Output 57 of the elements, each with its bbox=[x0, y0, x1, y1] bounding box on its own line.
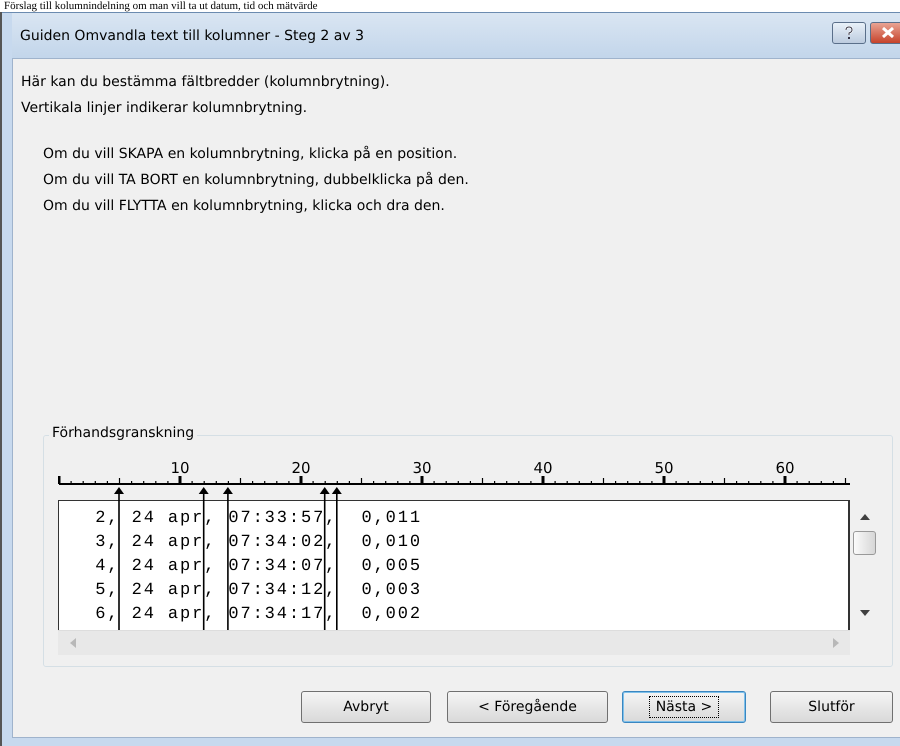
field-text: 0,002 bbox=[360, 605, 422, 626]
column-break-marker[interactable] bbox=[332, 487, 342, 630]
field-text: , bbox=[204, 581, 218, 602]
instruction-text: Om du vill TA BORT en kolumnbrytning, dubbelklicka på den. bbox=[43, 170, 470, 190]
ruler-label: 50 bbox=[654, 459, 674, 477]
field-text: , bbox=[325, 605, 338, 626]
field-text: 24 apr bbox=[130, 605, 204, 626]
back-button[interactable]: < Föregående bbox=[447, 691, 608, 723]
finish-button[interactable]: Slutför bbox=[770, 691, 893, 723]
field-text: 24 apr bbox=[130, 509, 204, 530]
close-button[interactable] bbox=[870, 22, 900, 44]
scroll-up-icon[interactable] bbox=[860, 514, 870, 520]
field-text: 07:34:12 bbox=[228, 581, 326, 602]
field-text: , bbox=[204, 533, 218, 554]
help-button[interactable] bbox=[832, 22, 866, 44]
field-text: 0,003 bbox=[360, 581, 422, 602]
close-icon bbox=[881, 27, 895, 38]
ruler-label: 20 bbox=[291, 459, 311, 477]
field-text: 07:34:17 bbox=[228, 605, 326, 626]
field-text: 0,011 bbox=[360, 509, 422, 530]
instruction-text: Om du vill FLYTTA en kolumnbrytning, klicka och dra den. bbox=[43, 197, 446, 216]
help-icon bbox=[844, 26, 854, 40]
intro-text: Här kan du bestämma fältbredder (kolumnbrytning). bbox=[21, 73, 391, 92]
ruler-label: 60 bbox=[775, 459, 795, 477]
field-text: 2, bbox=[94, 509, 120, 530]
field-text: 24 apr bbox=[130, 557, 204, 578]
field-text: , bbox=[204, 509, 218, 530]
ruler-label: 30 bbox=[412, 459, 432, 477]
intro-text: Vertikala linjer indikerar kolumnbrytning. bbox=[21, 99, 308, 118]
document-caption: Förslag till kolumnindelning om man vill ta ut datum, tid och mätvärde bbox=[3, 0, 318, 12]
scroll-down-icon[interactable] bbox=[860, 610, 870, 616]
ruler-label: 10 bbox=[170, 459, 190, 477]
field-text: , bbox=[204, 557, 218, 578]
field-text: 24 apr bbox=[130, 533, 204, 554]
field-text: , bbox=[325, 509, 338, 530]
field-text: , bbox=[325, 557, 338, 578]
column-break-marker[interactable] bbox=[114, 487, 124, 630]
ruler-label: 40 bbox=[533, 459, 553, 477]
field-text: 4, bbox=[94, 557, 120, 578]
field-text: 0,010 bbox=[360, 533, 422, 554]
field-text: , bbox=[325, 581, 338, 602]
next-button[interactable]: Nästa > bbox=[622, 691, 746, 723]
group-label: Förhandsgranskning bbox=[49, 425, 198, 441]
field-text: 6, bbox=[94, 605, 120, 626]
field-text: 5, bbox=[94, 581, 120, 602]
scroll-thumb[interactable] bbox=[853, 531, 876, 555]
field-text: , bbox=[325, 533, 338, 554]
field-text: 07:33:57 bbox=[228, 509, 326, 530]
field-text: 07:34:02 bbox=[228, 533, 326, 554]
cancel-button[interactable]: Avbryt bbox=[301, 691, 431, 723]
field-text: 07:34:07 bbox=[228, 557, 326, 578]
window-title: Guiden Omvandla text till kolumner - Steg 2 av 3 bbox=[20, 28, 365, 44]
field-text: 3, bbox=[94, 533, 120, 554]
field-text: 24 apr bbox=[130, 581, 204, 602]
instruction-text: Om du vill SKAPA en kolumnbrytning, klicka på en position. bbox=[43, 144, 458, 164]
field-text: , bbox=[204, 605, 218, 626]
field-text: 0,005 bbox=[360, 557, 422, 578]
